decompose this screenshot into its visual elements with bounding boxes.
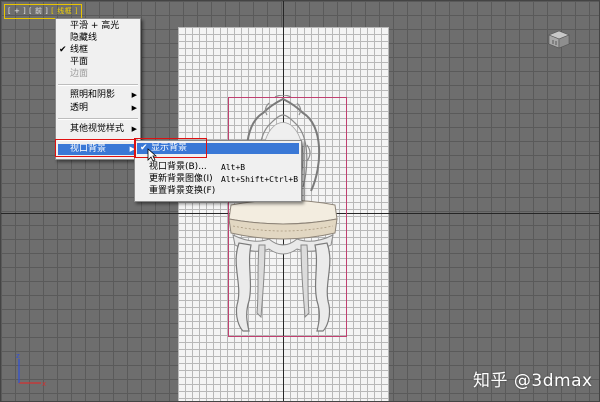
axis-gizmo-icon: x z <box>16 352 46 388</box>
watermark-text: 知乎 @3dmax <box>473 371 593 391</box>
menu-item-lighting-shadows[interactable]: 照明和阴影 ▶ <box>56 90 140 101</box>
viewport-label-prefix[interactable]: [ + ] [ 前 ] <box>8 7 51 15</box>
menu-item-other-visual-styles[interactable]: 其他视觉样式 ▶ <box>56 124 140 135</box>
menu-item-smooth-highlights[interactable]: 平滑 + 高光 <box>56 21 140 32</box>
mouse-cursor-icon <box>147 148 157 162</box>
menu-item-hidden-line[interactable]: 隐藏线 <box>56 33 140 44</box>
menu-separator <box>58 84 138 86</box>
menu-item-wireframe[interactable]: ✔ 线框 <box>56 45 140 56</box>
submenu-item-viewport-background-dialog[interactable]: 视口背景(B)... Alt+B <box>135 162 301 173</box>
viewcube-icon[interactable] <box>545 29 571 49</box>
menu-item-flat[interactable]: 平面 <box>56 57 140 68</box>
submenu-item-reset-background-transform[interactable]: 重置背景变换(F) <box>135 186 301 197</box>
menu-separator <box>58 118 138 120</box>
annotation-box-viewport-background <box>55 139 136 157</box>
viewport-label-mode[interactable]: [ 线框 ] <box>51 7 78 15</box>
submenu-item-update-background-image[interactable]: 更新背景图像(I) Alt+Shift+Ctrl+B <box>135 174 301 185</box>
svg-text:z: z <box>16 352 20 360</box>
svg-text:x: x <box>42 380 46 388</box>
front-viewport[interactable]: [ + ] [ 前 ] [ 线框 ] x z 平滑 + 高光 隐藏线 ✔ 线框 … <box>0 0 600 402</box>
check-icon: ✔ <box>59 45 67 55</box>
submenu-arrow-icon: ▶ <box>131 104 137 112</box>
annotation-box-show-background <box>134 138 207 158</box>
menu-item-edged-faces: 边面 <box>70 69 89 79</box>
submenu-arrow-icon: ▶ <box>131 125 137 133</box>
selection-bounding-box <box>228 97 347 337</box>
submenu-arrow-icon: ▶ <box>131 91 137 99</box>
viewport-label[interactable]: [ + ] [ 前 ] [ 线框 ] <box>4 4 83 19</box>
menu-item-transparency[interactable]: 透明 ▶ <box>56 103 140 114</box>
